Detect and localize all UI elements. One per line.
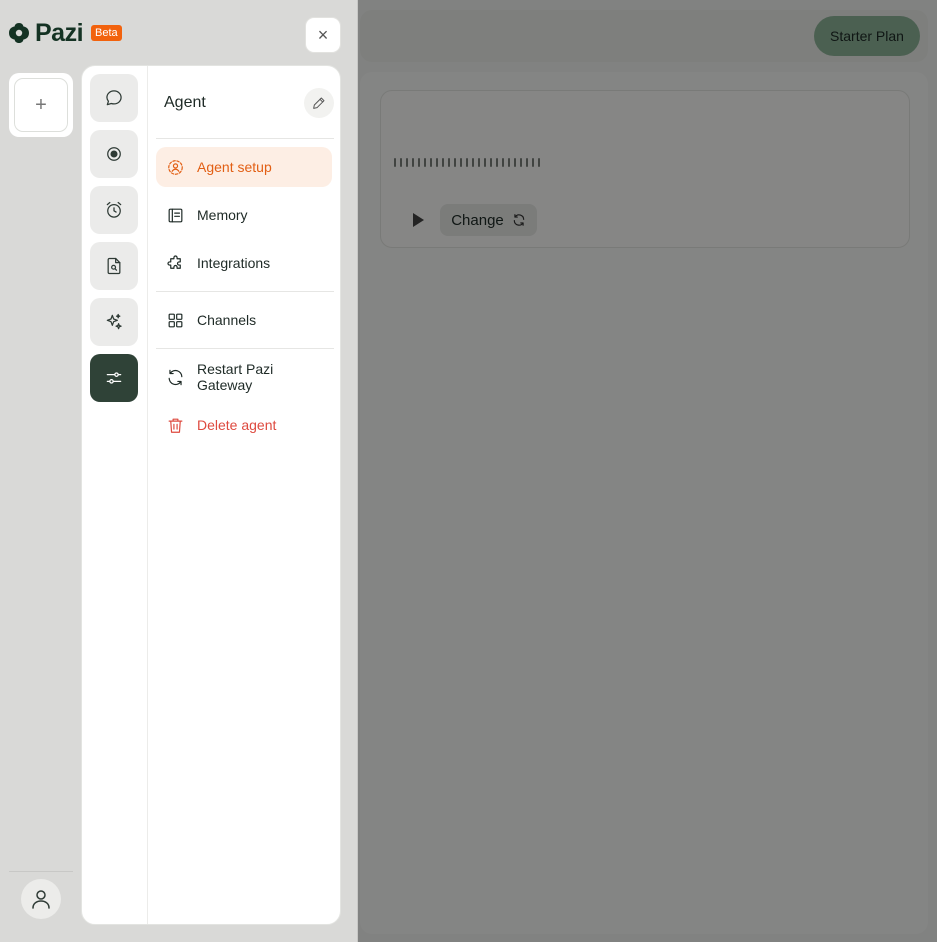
menu-item-integrations[interactable]: Integrations xyxy=(156,243,332,283)
rail-item-documents[interactable] xyxy=(90,242,138,290)
rail-item-settings[interactable] xyxy=(90,354,138,402)
menu-header: Agent xyxy=(164,86,334,120)
menu-item-label: Channels xyxy=(197,312,257,328)
beta-badge: Beta xyxy=(91,25,122,41)
menu-item-label: Agent setup xyxy=(197,159,272,175)
user-icon xyxy=(32,890,50,909)
menu-item-label: Delete agent xyxy=(197,417,277,433)
pencil-icon xyxy=(313,97,325,109)
menu-item-label: Memory xyxy=(197,207,248,223)
rail-item-record[interactable] xyxy=(90,130,138,178)
alarm-clock-icon xyxy=(106,201,122,218)
agent-menu: Agent Agent setup Memory Integrations Ch… xyxy=(148,66,340,924)
agent-setup-icon xyxy=(168,159,183,175)
new-agent-wrapper: + xyxy=(9,73,73,137)
refresh-icon xyxy=(168,369,183,385)
menu-item-channels[interactable]: Channels xyxy=(156,300,332,340)
menu-item-agent-setup[interactable]: Agent setup xyxy=(156,147,332,187)
app-name: Pazi xyxy=(35,19,84,47)
menu-title: Agent xyxy=(164,94,206,111)
puzzle-icon xyxy=(167,254,181,269)
menu-divider xyxy=(156,291,334,292)
close-icon: × xyxy=(317,24,329,45)
new-agent-button[interactable]: + xyxy=(14,78,68,132)
close-button[interactable]: × xyxy=(305,17,341,53)
document-search-icon xyxy=(107,257,121,275)
rail-item-skills[interactable] xyxy=(90,298,138,346)
plus-icon: + xyxy=(35,93,47,116)
app-logo: Pazi Beta xyxy=(8,20,122,46)
menu-item-delete-agent[interactable]: Delete agent xyxy=(156,405,332,445)
menu-item-restart-gateway[interactable]: Restart Pazi Gateway xyxy=(156,357,332,397)
grid-icon xyxy=(168,313,183,327)
menu-item-memory[interactable]: Memory xyxy=(156,195,332,235)
edit-agent-button[interactable] xyxy=(304,88,334,118)
trash-icon xyxy=(168,418,183,433)
menu-divider xyxy=(156,348,334,349)
sparkles-icon xyxy=(106,313,122,330)
record-icon xyxy=(107,147,121,161)
navigation-drawer: Pazi Beta × + Agent Agent setup Memory I… xyxy=(0,0,358,942)
menu-item-label: Restart Pazi Gateway xyxy=(197,361,274,393)
rail-item-schedule[interactable] xyxy=(90,186,138,234)
flower-logo-icon xyxy=(9,23,29,43)
memory-icon xyxy=(168,208,183,222)
panel-rail xyxy=(82,66,148,924)
sliders-icon xyxy=(106,372,122,384)
menu-divider xyxy=(156,138,334,139)
sidebar-divider xyxy=(9,871,73,872)
chat-bubble-icon xyxy=(106,90,122,106)
rail-item-chat[interactable] xyxy=(90,74,138,122)
menu-item-label: Integrations xyxy=(197,255,271,271)
agent-panel: Agent Agent setup Memory Integrations Ch… xyxy=(81,65,341,925)
user-avatar[interactable] xyxy=(21,879,61,919)
